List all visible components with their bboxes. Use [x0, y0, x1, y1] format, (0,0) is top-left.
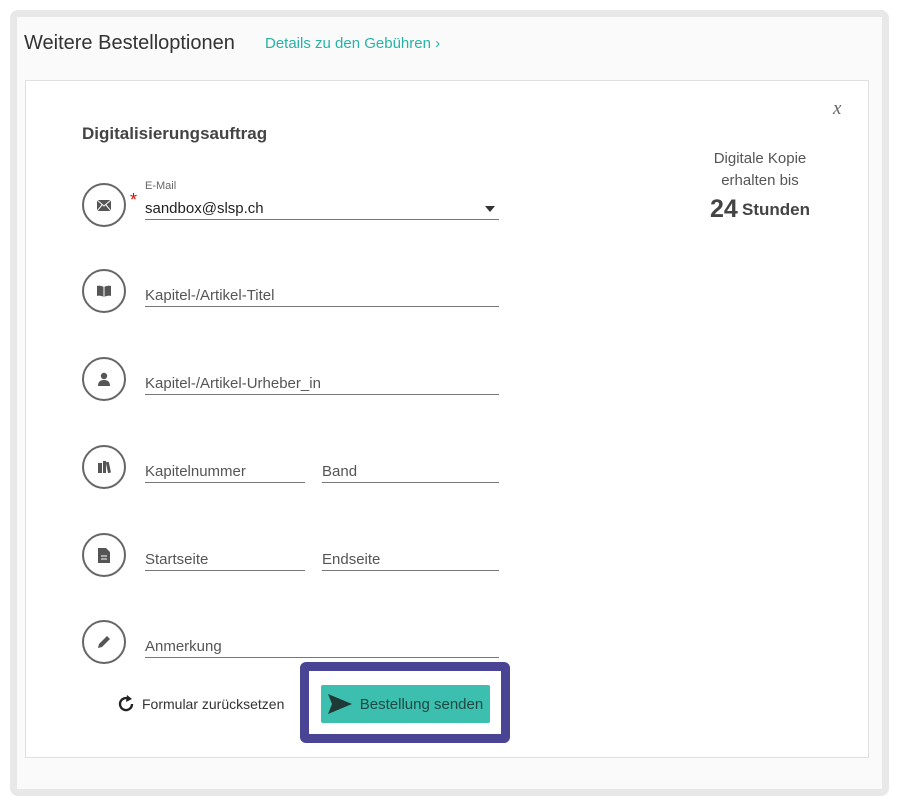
- page-title: Weitere Bestelloptionen: [24, 32, 235, 54]
- person-icon: [82, 357, 126, 401]
- delivery-hours: 24: [710, 195, 738, 223]
- chapter-number-input[interactable]: Kapitelnummer: [145, 459, 305, 483]
- submit-order-button[interactable]: Bestellung senden: [321, 685, 490, 723]
- volume-input[interactable]: Band: [322, 459, 499, 483]
- delivery-info: Digitale Kopie erhalten bis 24 Stunden: [690, 148, 830, 222]
- email-label: E-Mail: [145, 180, 177, 192]
- chapter-title-input[interactable]: Kapitel-/Artikel-Titel: [145, 283, 499, 307]
- chapter-author-input[interactable]: Kapitel-/Artikel-Urheber_in: [145, 371, 499, 395]
- book-icon: [82, 269, 126, 313]
- delivery-unit: Stunden: [741, 200, 810, 219]
- start-page-input[interactable]: Startseite: [145, 547, 305, 571]
- send-icon: [327, 694, 352, 714]
- required-mark: *: [130, 190, 138, 210]
- document-icon: [82, 533, 126, 577]
- reset-form-label: Formular zurücksetzen: [142, 696, 285, 712]
- fees-details-link[interactable]: Details zu den Gebühren ›: [265, 35, 440, 52]
- form-title: Digitalisierungsauftrag: [82, 124, 268, 143]
- envelope-icon: [82, 183, 126, 227]
- end-page-input[interactable]: Endseite: [322, 547, 499, 571]
- email-select[interactable]: sandbox@slsp.ch: [145, 196, 499, 220]
- delivery-line2: erhalten bis: [721, 172, 799, 189]
- chevron-down-icon: [485, 206, 495, 212]
- email-value: sandbox@slsp.ch: [145, 200, 264, 217]
- books-icon: [82, 445, 126, 489]
- close-button[interactable]: x: [833, 98, 841, 120]
- delivery-line1: Digitale Kopie: [713, 150, 807, 167]
- reset-form-button[interactable]: Formular zurücksetzen: [116, 694, 284, 714]
- submit-order-label: Bestellung senden: [359, 695, 484, 713]
- note-input[interactable]: Anmerkung: [145, 634, 499, 658]
- refresh-icon: [118, 695, 134, 712]
- pencil-icon: [82, 620, 126, 664]
